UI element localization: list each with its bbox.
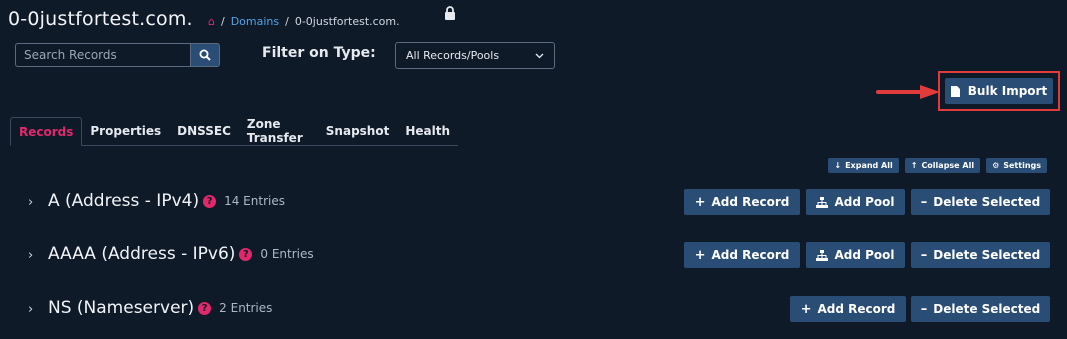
record-toolbar: ↓ Expand All ↑ Collapse All ⚙ Settings xyxy=(828,158,1047,173)
entries-count: 14 Entries xyxy=(224,194,285,208)
delete-selected-button[interactable]: – Delete Selected xyxy=(911,189,1050,215)
plus-icon: + xyxy=(800,301,812,317)
expand-all-button[interactable]: ↓ Expand All xyxy=(828,158,899,173)
add-record-button[interactable]: + Add Record xyxy=(684,189,800,215)
settings-button[interactable]: ⚙ Settings xyxy=(986,158,1047,173)
help-icon[interactable]: ? xyxy=(203,195,217,208)
plus-icon: + xyxy=(694,247,706,263)
tab-properties[interactable]: Properties xyxy=(82,117,169,145)
add-record-button[interactable]: + Add Record xyxy=(790,296,906,322)
delete-selected-button[interactable]: – Delete Selected xyxy=(911,296,1050,322)
lock-icon[interactable] xyxy=(444,6,456,20)
search-icon xyxy=(199,49,211,61)
sitemap-icon xyxy=(816,249,829,261)
minus-icon: – xyxy=(920,301,928,317)
tab-dnssec[interactable]: DNSSEC xyxy=(169,117,239,145)
chevron-down-icon xyxy=(535,53,544,58)
expand-chevron-icon[interactable]: › xyxy=(28,302,33,317)
bulk-import-highlight: Bulk Import xyxy=(938,71,1060,111)
collapse-all-button[interactable]: ↑ Collapse All xyxy=(904,158,981,173)
record-section-aaaa: › AAAA (Address - IPv6)? 0 Entries + Add … xyxy=(0,242,1067,272)
add-record-label: Add Record xyxy=(817,302,896,316)
tab-records[interactable]: Records xyxy=(10,117,83,146)
section-title[interactable]: NS (Nameserver) xyxy=(48,298,194,318)
sitemap-icon xyxy=(816,196,829,208)
record-section-a: › A (Address - IPv4)? 14 Entries + Add Re… xyxy=(0,189,1067,219)
double-chevron-down-icon: ↓ xyxy=(834,161,842,170)
tab-bar: Records Properties DNSSEC Zone Transfer … xyxy=(10,117,458,146)
record-type-selected: All Records/Pools xyxy=(406,49,500,62)
breadcrumb-separator: / xyxy=(220,15,225,28)
expand-all-label: Expand All xyxy=(845,161,893,170)
section-title[interactable]: AAAA (Address - IPv6) xyxy=(48,244,235,264)
file-icon xyxy=(950,85,960,97)
bulk-import-label: Bulk Import xyxy=(967,84,1048,98)
breadcrumb-current: 0-0justfortest.com. xyxy=(294,15,400,28)
delete-selected-button[interactable]: – Delete Selected xyxy=(911,242,1050,268)
section-title-row: NS (Nameserver)? 2 Entries xyxy=(48,298,272,318)
minus-icon: – xyxy=(920,247,928,263)
section-title[interactable]: A (Address - IPv4) xyxy=(48,191,199,211)
breadcrumb-domains-link[interactable]: Domains xyxy=(231,15,279,28)
expand-chevron-icon[interactable]: › xyxy=(28,248,33,263)
help-icon[interactable]: ? xyxy=(239,248,253,261)
add-pool-button[interactable]: Add Pool xyxy=(806,242,905,268)
add-pool-label: Add Pool xyxy=(834,248,895,262)
add-record-label: Add Record xyxy=(711,195,790,209)
add-record-button[interactable]: + Add Record xyxy=(684,242,800,268)
delete-selected-label: Delete Selected xyxy=(933,195,1041,209)
collapse-all-label: Collapse All xyxy=(921,161,975,170)
search-input[interactable] xyxy=(15,43,190,67)
tab-health[interactable]: Health xyxy=(397,117,458,145)
entries-count: 2 Entries xyxy=(219,301,273,315)
record-type-select[interactable]: All Records/Pools xyxy=(395,42,555,69)
gear-icon: ⚙ xyxy=(992,161,1000,170)
zone-title: 0-0justfortest.com. xyxy=(8,8,193,30)
tab-zone-transfer[interactable]: Zone Transfer xyxy=(239,117,318,145)
delete-selected-label: Delete Selected xyxy=(933,302,1041,316)
home-icon[interactable]: ⌂ xyxy=(208,15,215,28)
plus-icon: + xyxy=(694,194,706,210)
breadcrumb-separator: / xyxy=(285,15,289,28)
section-title-row: AAAA (Address - IPv6)? 0 Entries xyxy=(48,244,314,264)
add-record-label: Add Record xyxy=(711,248,790,262)
filter-label: Filter on Type: xyxy=(262,45,376,61)
annotation-arrow xyxy=(876,85,940,99)
tab-snapshot[interactable]: Snapshot xyxy=(318,117,398,145)
help-icon[interactable]: ? xyxy=(198,302,212,315)
expand-chevron-icon[interactable]: › xyxy=(28,195,33,210)
add-pool-button[interactable]: Add Pool xyxy=(806,189,905,215)
double-chevron-up-icon: ↑ xyxy=(910,161,918,170)
add-pool-label: Add Pool xyxy=(834,195,895,209)
settings-label: Settings xyxy=(1003,161,1041,170)
breadcrumb: ⌂ / Domains / 0-0justfortest.com. xyxy=(208,15,400,28)
section-title-row: A (Address - IPv4)? 14 Entries xyxy=(48,191,285,211)
bulk-import-button[interactable]: Bulk Import xyxy=(945,78,1053,104)
search-box xyxy=(15,43,220,69)
entries-count: 0 Entries xyxy=(260,247,314,261)
record-section-ns: › NS (Nameserver)? 2 Entries + Add Record… xyxy=(0,296,1067,326)
search-button[interactable] xyxy=(190,43,220,67)
minus-icon: – xyxy=(920,194,928,210)
delete-selected-label: Delete Selected xyxy=(933,248,1041,262)
